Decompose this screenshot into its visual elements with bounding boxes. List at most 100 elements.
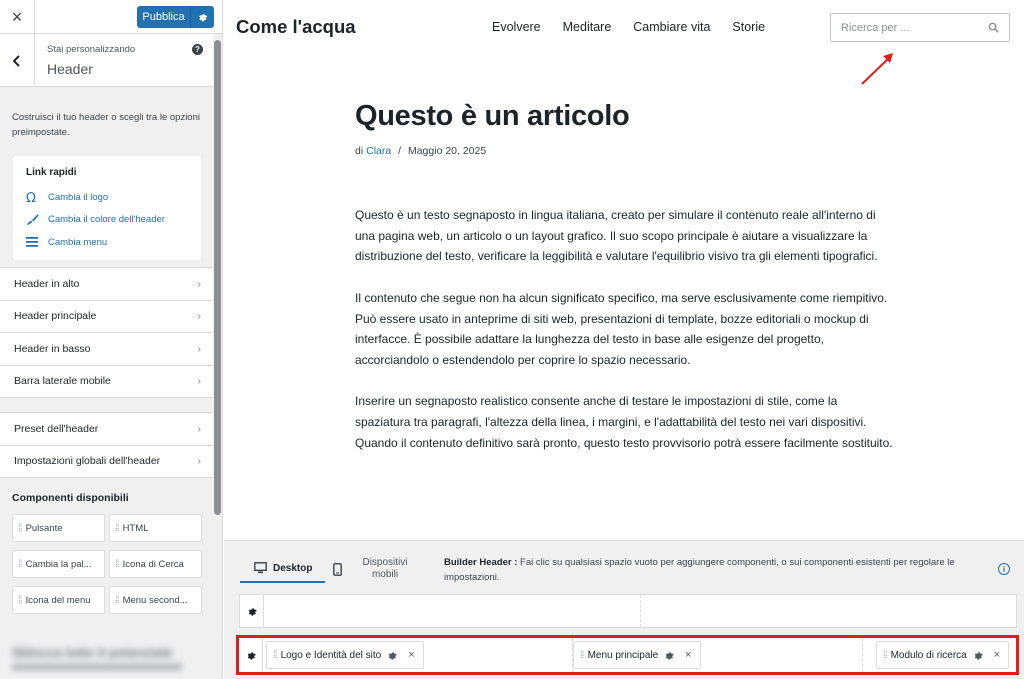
header-settings-list: Preset dell'header › Impostazioni globali… (0, 412, 213, 478)
sidebar-item-label: Header principale (14, 310, 97, 323)
post-meta: di Clara / Maggio 20, 2025 (355, 145, 486, 157)
site-title[interactable]: Come l'acqua (236, 16, 356, 38)
row-settings-button[interactable] (239, 638, 263, 672)
header-builder-panel: Desktop Dispositivi mobili Builder Heade… (224, 540, 1024, 679)
component-secondary-menu[interactable]: ⁞⁞ Menu second... (109, 586, 202, 614)
builder-item-label: Menu principale (587, 649, 659, 661)
sidebar-item-label: Preset dell'header (14, 422, 99, 435)
post-paragraph: Inserire un segnaposto realistico consen… (355, 394, 893, 450)
component-label: Icona di Cerca (122, 558, 184, 570)
gear-icon (247, 652, 256, 660)
builder-item-primary-menu[interactable]: ⁞⁞ Menu principale × (573, 641, 701, 669)
publish-label: Pubblica (142, 11, 185, 23)
search-icon (988, 22, 999, 33)
annotation-arrow-icon (861, 53, 893, 85)
sidebar-scrollbar[interactable] (214, 40, 221, 515)
sidebar-item-label: Impostazioni globali dell'header (14, 455, 161, 468)
chevron-right-icon: › (197, 455, 202, 468)
sidebar-item-label: Header in basso (14, 342, 91, 355)
quick-link-label: Cambia il colore dell'header (48, 214, 165, 226)
header-sections-list: Header in alto › Header principale › Heade… (0, 267, 213, 398)
component-label: Pulsante (25, 522, 63, 534)
omega-icon: Ω (26, 191, 48, 203)
builder-info-text: Builder Header : Fai clic su qualsiasi s… (444, 555, 984, 585)
back-button[interactable] (0, 34, 35, 87)
item-settings-gear-icon[interactable] (973, 650, 983, 660)
quick-link-change-logo[interactable]: Ω Cambia il logo (26, 186, 201, 209)
item-settings-gear-icon[interactable] (387, 650, 397, 660)
quick-link-header-color[interactable]: Cambia il colore dell'header (26, 209, 201, 232)
sidebar-item-mobile-sidebar[interactable]: Barra laterale mobile › (0, 366, 213, 398)
quick-link-label: Cambia menu (48, 236, 108, 248)
builder-item-logo[interactable]: ⁞⁞ Logo e Identità del sito × (266, 641, 424, 669)
component-label: Icona del menu (25, 594, 91, 606)
close-customizer-button[interactable]: × (0, 0, 35, 34)
remove-item-close-icon[interactable]: × (408, 649, 414, 661)
post-author-link[interactable]: Clara (366, 145, 391, 157)
builder-item-label: Logo e Identità del sito (280, 649, 382, 661)
post-meta-separator: / (398, 145, 402, 157)
nav-item-cambiare-vita[interactable]: Cambiare vita (633, 20, 710, 34)
site-preview: Come l'acqua Evolvere Meditare Cambiare … (224, 0, 1024, 540)
components-title: Componenti disponibili (12, 492, 129, 504)
sidebar-item-label: Header in alto (14, 277, 80, 290)
builder-info-title: Builder Header : (444, 557, 518, 568)
customizer-sidebar: × Pubblica Stai personalizzando Header ?… (0, 0, 223, 679)
component-button[interactable]: ⁞⁞ Pulsante (12, 514, 105, 542)
component-palette-switch[interactable]: ⁞⁞ Cambia la pal... (12, 550, 105, 578)
post-title: Questo è un articolo (355, 100, 630, 132)
chevron-right-icon: › (197, 310, 202, 323)
sidebar-item-label: Barra laterale mobile (14, 375, 111, 388)
nav-item-storie[interactable]: Storie (732, 20, 765, 34)
mobile-icon (333, 562, 342, 576)
builder-item-label: Modulo di ricerca (890, 649, 967, 661)
post-paragraph: Il contenuto che segue non ha alcun sign… (355, 290, 888, 367)
info-icon[interactable]: i (998, 563, 1010, 575)
drag-handle-icon: ⁞⁞ (115, 558, 119, 570)
component-label: Menu second... (122, 594, 188, 606)
item-settings-gear-icon[interactable] (664, 650, 674, 660)
section-description: Costruisci il tuo header o scegli tra le… (12, 112, 200, 138)
post-content: Questo è un testo segnaposto in lingua i… (355, 205, 895, 474)
drag-handle-icon: ⁞⁞ (18, 594, 22, 606)
component-search-icon[interactable]: ⁞⁞ Icona di Cerca (109, 550, 202, 578)
post-paragraph: Questo è un testo segnaposto in lingua i… (355, 208, 878, 264)
post-date: Maggio 20, 2025 (407, 145, 487, 157)
publish-settings-gear-icon[interactable] (190, 6, 214, 28)
primary-nav: Evolvere Meditare Cambiare vita Storie (492, 20, 787, 34)
search-placeholder: Ricerca per ... (841, 21, 910, 34)
component-html[interactable]: ⁞⁞ HTML (109, 514, 202, 542)
builder-row-top[interactable] (239, 594, 1017, 628)
drag-handle-icon: ⁞⁞ (18, 558, 22, 570)
nav-item-meditare[interactable]: Meditare (563, 20, 612, 34)
builder-row-main[interactable]: ⁞⁞ Logo e Identità del sito × ⁞⁞ Menu pr… (236, 635, 1019, 675)
remove-item-close-icon[interactable]: × (994, 649, 1000, 661)
chevron-right-icon: › (197, 375, 202, 388)
quick-link-change-menu[interactable]: Cambia menu (26, 231, 201, 254)
tab-desktop[interactable]: Desktop (240, 555, 325, 583)
remove-item-close-icon[interactable]: × (685, 649, 691, 661)
drag-handle-icon: ⁞⁞ (18, 522, 22, 534)
builder-item-search-form[interactable]: ⁞⁞ Modulo di ricerca × (876, 641, 1010, 669)
sidebar-item-header-presets[interactable]: Preset dell'header › (0, 413, 213, 446)
tab-mobile[interactable]: Dispositivi mobili (329, 555, 414, 583)
publish-button[interactable]: Pubblica (137, 6, 214, 28)
sidebar-item-header-top[interactable]: Header in alto › (0, 268, 213, 301)
drag-handle-icon: ⁞⁞ (115, 522, 119, 534)
pro-upsell-blurred-line (12, 663, 182, 671)
brush-icon (26, 213, 48, 226)
search-input[interactable]: Ricerca per ... (830, 13, 1010, 42)
sidebar-item-header-main[interactable]: Header principale › (0, 301, 213, 333)
row-settings-button[interactable] (240, 595, 264, 627)
nav-item-evolvere[interactable]: Evolvere (492, 20, 541, 34)
gear-icon (248, 608, 257, 616)
component-menu-icon[interactable]: ⁞⁞ Icona del menu (12, 586, 105, 614)
sidebar-item-header-global-settings[interactable]: Impostazioni globali dell'header › (0, 446, 213, 478)
drag-handle-icon: ⁞⁞ (883, 649, 887, 661)
svg-text:Ω: Ω (26, 191, 36, 203)
help-icon[interactable]: ? (192, 44, 203, 55)
component-label: HTML (122, 522, 149, 534)
sidebar-item-header-bottom[interactable]: Header in basso › (0, 333, 213, 366)
post-meta-prefix: di (355, 145, 364, 157)
drag-handle-icon: ⁞⁞ (115, 594, 119, 606)
